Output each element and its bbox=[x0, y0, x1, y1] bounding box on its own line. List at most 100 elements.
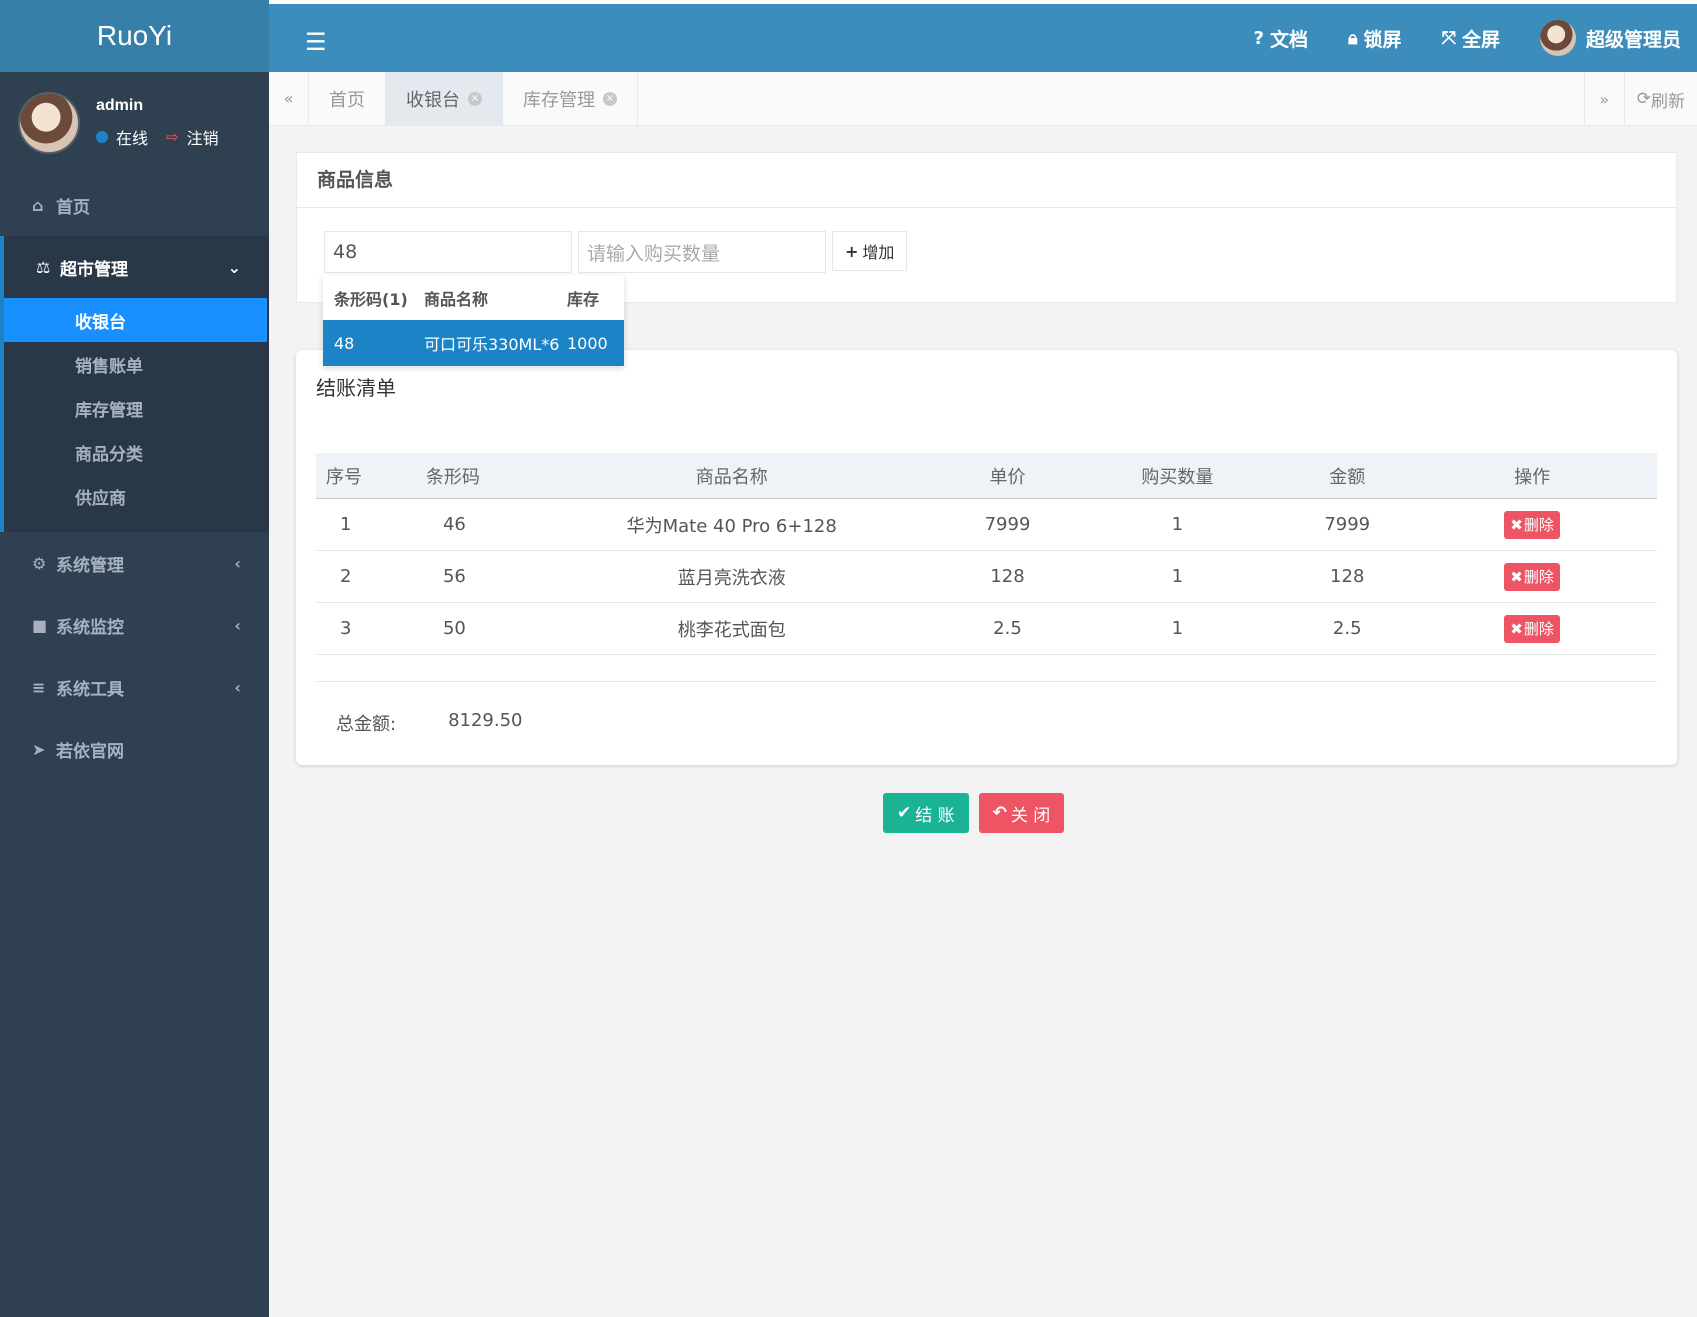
barcode-suggestion-dropdown: 条形码(1) 商品名称 库存 48 可口可乐330ML*6 1000 bbox=[323, 275, 624, 366]
barcode-input[interactable]: 48 bbox=[324, 231, 572, 273]
tab-label: 库存管理 bbox=[523, 89, 595, 111]
sidebar-item-label: 首页 bbox=[56, 197, 90, 218]
lock-screen-link[interactable]: 🔒︎ 锁屏 bbox=[1348, 25, 1402, 52]
card-title: 商品信息 bbox=[297, 153, 1676, 208]
home-icon: ⌂ bbox=[32, 195, 44, 215]
bars-icon: ≡ bbox=[32, 677, 46, 697]
close-icon[interactable]: × bbox=[603, 91, 617, 106]
app-logo[interactable]: RuoYi bbox=[0, 0, 269, 72]
dropdown-header-stock: 库存 bbox=[567, 289, 600, 309]
sidebar-item-supermarket[interactable]: ⚖ 超市管理 ⌄ bbox=[4, 236, 269, 298]
avatar[interactable] bbox=[18, 92, 80, 154]
close-icon[interactable]: × bbox=[468, 91, 482, 106]
sidebar-subitem-cashier[interactable]: 收银台 bbox=[4, 298, 267, 342]
menu-toggle-icon[interactable]: ☰ bbox=[305, 28, 327, 56]
cell-barcode: 56 bbox=[442, 566, 466, 587]
delete-label: 删除 bbox=[1523, 568, 1554, 586]
cell-barcode: 50 bbox=[442, 618, 466, 639]
sidebar-item-system-manage[interactable]: ⚙ 系统管理 ‹ bbox=[0, 532, 269, 594]
checkout-table: 序号 条形码 商品名称 单价 购买数量 金额 操作 1 46 华为Mate 40… bbox=[316, 453, 1657, 655]
add-button-label: 增加 bbox=[862, 243, 895, 262]
delete-button[interactable]: ✖ 删除 bbox=[1504, 562, 1560, 591]
sidebar: RuoYi admin 在线 ⇨ 注销 ⌂ 首页 ⚖ 超市管理 ⌄ 收银台 销售… bbox=[0, 0, 269, 1317]
cell-amount: 128 bbox=[1330, 566, 1365, 587]
delete-button[interactable]: ✖ 删除 bbox=[1504, 510, 1560, 539]
reply-all-icon: ↶ bbox=[992, 803, 1007, 823]
close-button[interactable]: ↶ 关 闭 bbox=[978, 793, 1065, 833]
option-name: 可口可乐330ML*6 bbox=[424, 335, 560, 354]
table-row: 1 46 华为Mate 40 Pro 6+128 7999 1 7999 ✖ 删… bbox=[316, 499, 1657, 551]
th-index: 序号 bbox=[326, 466, 362, 488]
sidebar-item-label: 若依官网 bbox=[56, 741, 124, 762]
docs-link[interactable]: ? 文档 bbox=[1254, 25, 1308, 52]
sidebar-subitem-inventory[interactable]: 库存管理 bbox=[4, 386, 269, 430]
delete-button[interactable]: ✖ 删除 bbox=[1504, 614, 1560, 643]
logout-icon[interactable]: ⇨ bbox=[166, 128, 179, 146]
table-header: 序号 条形码 商品名称 单价 购买数量 金额 操作 bbox=[316, 453, 1657, 499]
tab-cashier[interactable]: 收银台 × bbox=[386, 72, 503, 125]
chevron-down-icon: ⌄ bbox=[227, 257, 241, 277]
expand-icon: ⤧ bbox=[1441, 27, 1456, 49]
tab-inventory[interactable]: 库存管理 × bbox=[503, 72, 638, 125]
times-icon: ✖ bbox=[1510, 515, 1523, 534]
logout-link[interactable]: 注销 bbox=[187, 125, 219, 149]
sidebar-subitem-supplier[interactable]: 供应商 bbox=[4, 474, 269, 518]
add-button[interactable]: + 增加 bbox=[832, 231, 908, 271]
cell-barcode: 46 bbox=[442, 514, 466, 535]
docs-label: 文档 bbox=[1269, 28, 1308, 51]
sidebar-item-label: 超市管理 bbox=[60, 259, 128, 280]
action-buttons: ✔ 结 账 ↶ 关 闭 bbox=[883, 793, 1065, 833]
sidebar-item-official-site[interactable]: ➤ 若依官网 bbox=[0, 718, 269, 780]
sidebar-subitem-category[interactable]: 商品分类 bbox=[4, 430, 269, 474]
delete-label: 删除 bbox=[1523, 516, 1554, 534]
sidebar-item-system-monitor[interactable]: ■ 系统监控 ‹ bbox=[0, 594, 269, 656]
fullscreen-link[interactable]: ⤧ 全屏 bbox=[1442, 25, 1500, 52]
online-status: 在线 bbox=[116, 129, 149, 148]
th-name: 商品名称 bbox=[695, 466, 768, 488]
lock-label: 锁屏 bbox=[1363, 28, 1402, 51]
page-tabs: « 首页 收银台 × 库存管理 × » ⟳ 刷新 bbox=[269, 72, 1697, 126]
gear-icon: ⚙ bbox=[32, 553, 47, 573]
dropdown-header-name: 商品名称 bbox=[424, 289, 489, 309]
user-panel: admin 在线 ⇨ 注销 bbox=[0, 72, 269, 174]
cell-name: 桃李花式面包 bbox=[677, 619, 786, 641]
times-icon: ✖ bbox=[1510, 567, 1523, 586]
tabs-scroll-left-icon[interactable]: « bbox=[269, 72, 309, 125]
dropdown-header: 条形码(1) 商品名称 库存 bbox=[323, 275, 624, 320]
checkout-button[interactable]: ✔ 结 账 bbox=[883, 793, 969, 833]
cell-index: 3 bbox=[340, 618, 352, 639]
quantity-input[interactable]: 请输入购买数量 bbox=[578, 231, 826, 273]
cell-price: 128 bbox=[990, 566, 1025, 587]
table-row: 3 50 桃李花式面包 2.5 1 2.5 ✖ 删除 bbox=[316, 603, 1657, 655]
cell-qty: 1 bbox=[1171, 514, 1184, 535]
tabs-scroll-right-icon[interactable]: » bbox=[1583, 72, 1624, 126]
tab-label: 收银台 bbox=[406, 89, 460, 111]
dropdown-option[interactable]: 48 可口可乐330ML*6 1000 bbox=[323, 320, 624, 366]
cell-qty: 1 bbox=[1171, 566, 1184, 587]
sidebar-subitem-sales-bill[interactable]: 销售账单 bbox=[4, 342, 269, 386]
th-operation: 操作 bbox=[1514, 466, 1551, 488]
cell-index: 1 bbox=[340, 514, 352, 535]
tab-label: 首页 bbox=[329, 89, 365, 111]
location-arrow-icon: ➤ bbox=[32, 739, 46, 759]
sidebar-item-system-tools[interactable]: ≡ 系统工具 ‹ bbox=[0, 656, 269, 718]
cell-amount: 7999 bbox=[1324, 514, 1371, 535]
dropdown-header-barcode: 条形码(1) bbox=[334, 289, 408, 309]
plus-icon: + bbox=[845, 241, 859, 261]
avatar bbox=[1539, 20, 1576, 56]
th-amount: 金额 bbox=[1329, 466, 1366, 488]
sidebar-item-label: 系统工具 bbox=[56, 679, 124, 700]
check-icon: ✔ bbox=[897, 803, 912, 823]
user-menu[interactable]: 超级管理员 bbox=[1539, 20, 1681, 56]
tab-home[interactable]: 首页 bbox=[309, 72, 386, 125]
close-label: 关 闭 bbox=[1010, 805, 1051, 826]
sidebar-group-supermarket: ⚖ 超市管理 ⌄ 收银台 销售账单 库存管理 商品分类 供应商 bbox=[0, 236, 269, 532]
cell-index: 2 bbox=[340, 566, 352, 587]
sidebar-item-home[interactable]: ⌂ 首页 bbox=[0, 174, 269, 236]
online-status-icon bbox=[96, 131, 108, 143]
refresh-button[interactable]: ⟳ 刷新 bbox=[1623, 72, 1697, 126]
cell-price: 7999 bbox=[984, 514, 1031, 535]
card-title: 结账清单 bbox=[316, 376, 396, 400]
total-value: 8129.50 bbox=[448, 710, 523, 731]
lock-icon: 🔒︎ bbox=[1347, 27, 1358, 49]
